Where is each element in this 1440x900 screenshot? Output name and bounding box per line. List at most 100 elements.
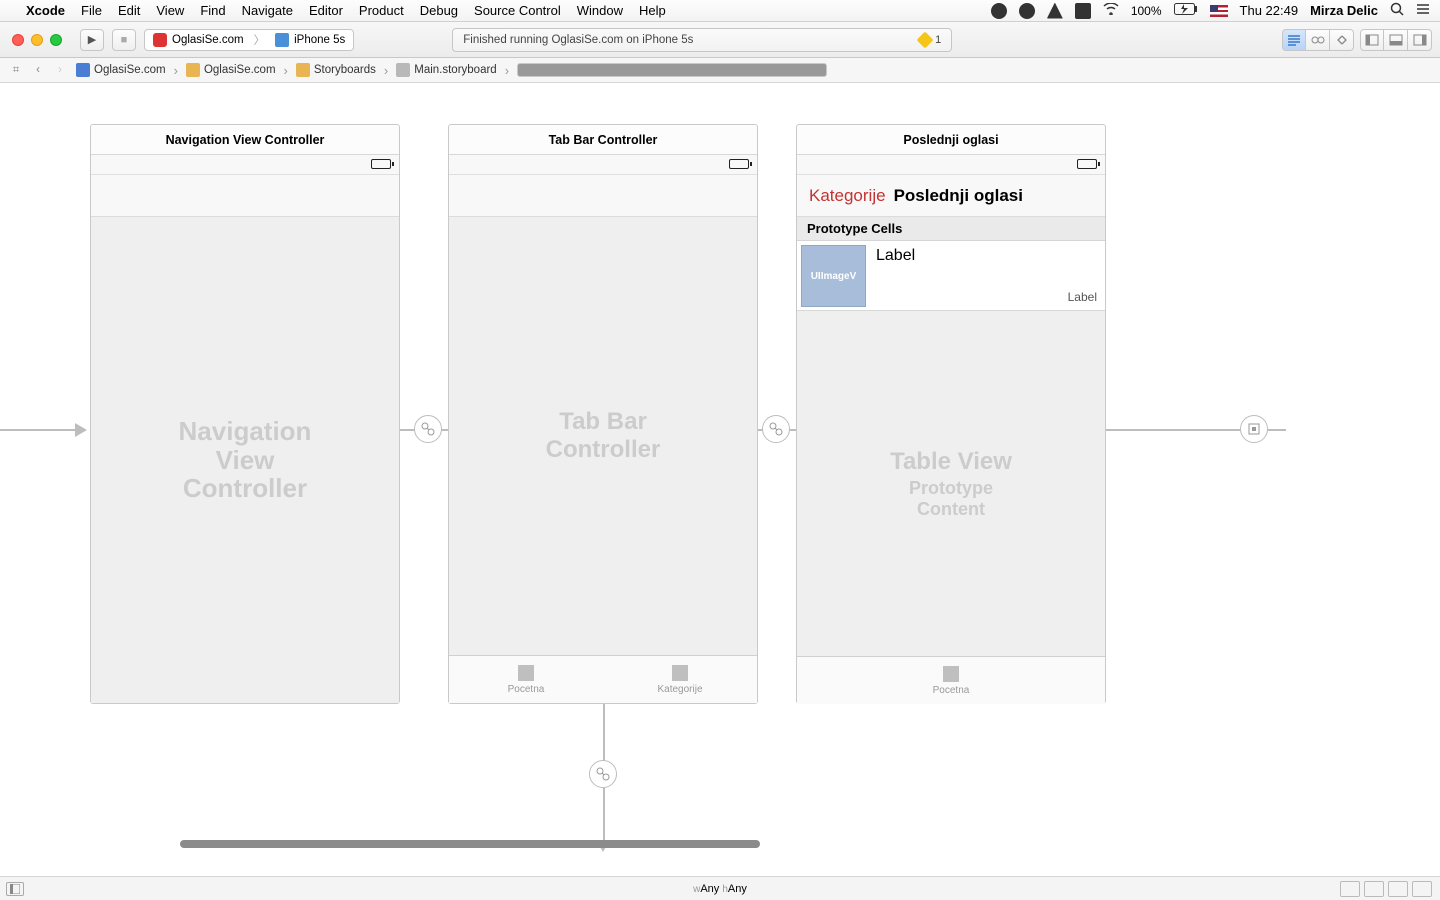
scheme-device: iPhone 5s (294, 34, 345, 46)
tab-icon (943, 666, 959, 682)
clock[interactable]: Thu 22:49 (1240, 3, 1299, 18)
tab-bar[interactable]: Pocetna (797, 656, 1105, 704)
scene-title[interactable]: Navigation View Controller (91, 125, 399, 155)
viber-icon[interactable] (991, 3, 1007, 19)
issues-indicator[interactable]: 1 (919, 34, 941, 46)
initial-vc-arrow (0, 429, 75, 431)
activity-viewer: Finished running OglasiSe.com on iPhone … (452, 28, 952, 52)
menu-view[interactable]: View (156, 3, 184, 18)
menu-file[interactable]: File (81, 3, 102, 18)
window-zoom-button[interactable] (50, 34, 62, 46)
table-view[interactable]: Table View Prototype Content (797, 311, 1105, 656)
menu-navigate[interactable]: Navigate (242, 3, 293, 18)
document-outline-toggle[interactable] (6, 882, 24, 896)
window-close-button[interactable] (12, 34, 24, 46)
scene-title[interactable]: Poslednji oglasi (797, 125, 1105, 155)
assistant-editor-button[interactable] (1306, 29, 1330, 51)
back-button[interactable]: ‹ (28, 61, 48, 79)
cell-detail-label[interactable]: Label (1068, 290, 1097, 304)
folder-icon (186, 63, 200, 77)
navigation-bar[interactable] (91, 175, 399, 217)
menu-source-control[interactable]: Source Control (474, 3, 561, 18)
resizing-button[interactable] (1412, 881, 1432, 897)
toggle-utilities-button[interactable] (1408, 29, 1432, 51)
scheme-selector[interactable]: OglasiSe.com 〉 iPhone 5s (144, 29, 354, 51)
tab-item-pocetna[interactable]: Pocetna (449, 656, 603, 703)
version-editor-button[interactable] (1330, 29, 1354, 51)
ib-bottom-bar: wAny hAny (0, 876, 1440, 900)
battery-icon (729, 159, 749, 169)
jump-bar: ⌗ ‹ › OglasiSe.com OglasiSe.com Storyboa… (0, 58, 1440, 83)
breadcrumb-storyboard-file[interactable]: Main.storyboard (392, 63, 500, 77)
relationship-segue-node[interactable] (762, 415, 790, 443)
menu-product[interactable]: Product (359, 3, 404, 18)
pin-button[interactable] (1364, 881, 1384, 897)
tabbar-controller-scene[interactable]: Tab Bar Controller Tab Bar Controller Po… (448, 124, 758, 704)
nav-back-button[interactable]: Kategorije (809, 186, 886, 206)
horizontal-scrollbar[interactable] (180, 840, 760, 848)
spotlight-icon[interactable] (1390, 2, 1404, 19)
breadcrumb-storyboards[interactable]: Storyboards (292, 63, 380, 77)
sync-icon[interactable] (1075, 3, 1091, 19)
align-button[interactable] (1340, 881, 1360, 897)
breadcrumb-scene[interactable]: Kategorije Scene (513, 64, 609, 76)
menu-debug[interactable]: Debug (420, 3, 458, 18)
app-menulet-icon[interactable] (1019, 3, 1035, 19)
segue-line (603, 788, 605, 848)
tab-item-pocetna[interactable]: Pocetna (797, 657, 1105, 704)
system-menubar: Xcode File Edit View Find Navigate Edito… (0, 0, 1440, 22)
battery-icon (1077, 159, 1097, 169)
breadcrumb-project[interactable]: OglasiSe.com (72, 63, 170, 77)
cell-imageview[interactable]: UIImageV (801, 245, 866, 307)
tab-icon (672, 665, 688, 681)
relationship-segue-node[interactable] (589, 760, 617, 788)
app-menu[interactable]: Xcode (26, 3, 65, 18)
scheme-target-icon (153, 33, 167, 47)
stop-button[interactable]: ■ (112, 29, 136, 51)
run-button[interactable]: ▶ (80, 29, 104, 51)
tab-bar[interactable]: Pocetna Kategorije (449, 655, 757, 703)
status-bar (91, 155, 399, 175)
menu-window[interactable]: Window (577, 3, 623, 18)
storyboard-file-icon (396, 63, 410, 77)
scene-icon (517, 63, 827, 77)
cell-title-label[interactable]: Label (876, 245, 915, 306)
root-segue-node[interactable] (414, 415, 442, 443)
size-class-control[interactable]: wAny hAny (693, 883, 747, 895)
resolve-issues-button[interactable] (1388, 881, 1408, 897)
menu-edit[interactable]: Edit (118, 3, 140, 18)
scene-title[interactable]: Tab Bar Controller (449, 125, 757, 155)
tableview-controller-scene[interactable]: Poslednji oglasi Kategorije Poslednji og… (796, 124, 1106, 704)
placeholder-label: Navigation View Controller (168, 417, 322, 503)
menu-find[interactable]: Find (200, 3, 225, 18)
navigation-bar[interactable]: Kategorije Poslednji oglasi (797, 175, 1105, 217)
wifi-icon[interactable] (1103, 3, 1119, 18)
folder-icon (296, 63, 310, 77)
battery-icon (1174, 3, 1198, 18)
container-view: Tab Bar Controller (449, 217, 757, 655)
toggle-debug-area-button[interactable] (1384, 29, 1408, 51)
keyboard-flag-icon[interactable] (1210, 5, 1228, 17)
battery-percent[interactable]: 100% (1131, 4, 1162, 18)
tab-item-kategorije[interactable]: Kategorije (603, 656, 757, 703)
navigation-controller-scene[interactable]: Navigation View Controller Navigation Vi… (90, 124, 400, 704)
related-items-button[interactable]: ⌗ (6, 61, 26, 79)
notification-center-icon[interactable] (1416, 2, 1430, 19)
window-minimize-button[interactable] (31, 34, 43, 46)
google-drive-icon[interactable] (1047, 3, 1063, 19)
prototype-cell[interactable]: UIImageV Label Label (797, 241, 1105, 311)
menu-editor[interactable]: Editor (309, 3, 343, 18)
standard-editor-button[interactable] (1282, 29, 1306, 51)
toggle-navigator-button[interactable] (1360, 29, 1384, 51)
forward-button[interactable]: › (50, 61, 70, 79)
prototype-cells-header: Prototype Cells (797, 217, 1105, 241)
menu-help[interactable]: Help (639, 3, 666, 18)
user-name[interactable]: Mirza Delic (1310, 3, 1378, 18)
breadcrumb-group[interactable]: OglasiSe.com (182, 63, 280, 77)
push-segue-node[interactable] (1240, 415, 1268, 443)
navigation-bar[interactable] (449, 175, 757, 217)
xcode-toolbar: ▶ ■ OglasiSe.com 〉 iPhone 5s Finished ru… (0, 22, 1440, 58)
ib-canvas[interactable]: Navigation View Controller Navigation Vi… (0, 84, 1440, 876)
status-bar (449, 155, 757, 175)
placeholder-sublabel: Prototype Content (874, 478, 1028, 520)
